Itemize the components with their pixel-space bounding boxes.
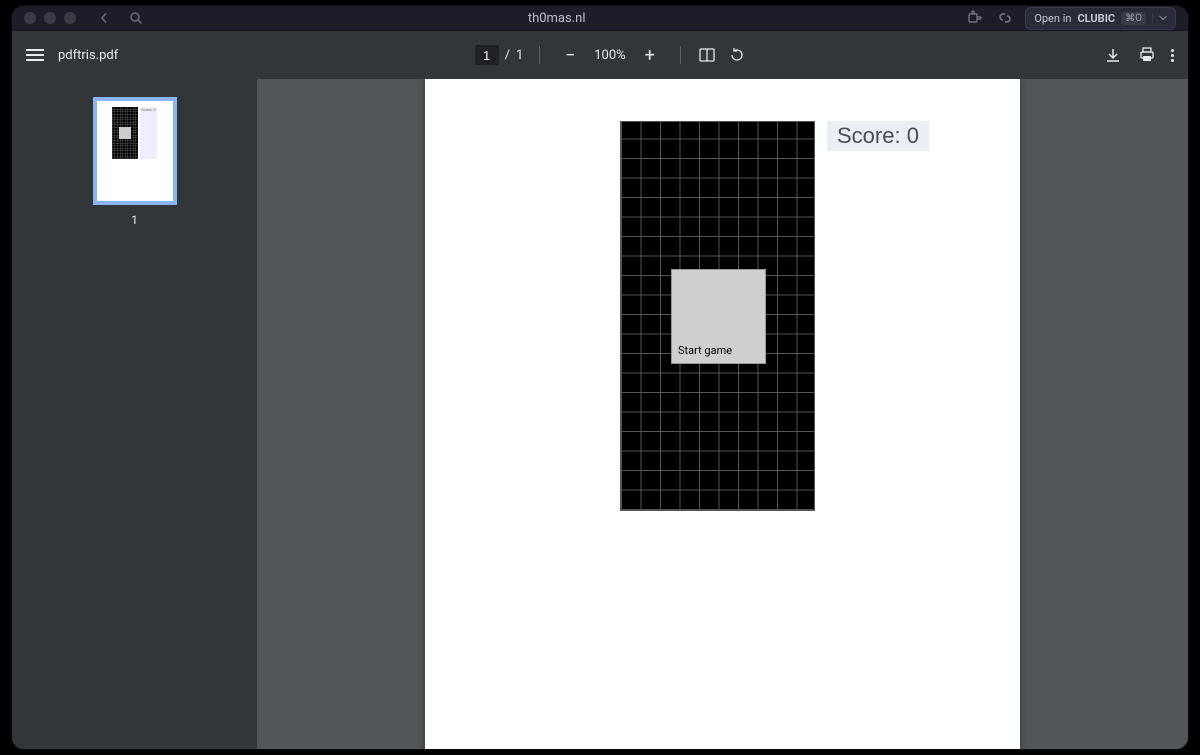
page-sep: /: [505, 48, 510, 63]
page-thumbnail[interactable]: Score: 0: [93, 97, 177, 205]
thumbnail-page-number: 1: [131, 213, 138, 227]
thumbnail-panel: Score: 0 1: [12, 79, 257, 749]
back-button[interactable]: [92, 6, 116, 30]
game-board[interactable]: Start game: [620, 121, 815, 511]
page-total: 1: [516, 48, 523, 63]
page-canvas-area[interactable]: Start game Score: 0: [257, 79, 1188, 749]
print-icon[interactable]: [1137, 45, 1157, 65]
start-game-label: Start game: [678, 344, 732, 357]
rotate-icon[interactable]: [727, 45, 747, 65]
score-label: Score:: [837, 123, 907, 148]
thumb-score: Score: 0: [140, 107, 156, 159]
zoom-out-button[interactable]: −: [556, 41, 584, 69]
pdf-filename: pdftris.pdf: [58, 48, 118, 63]
menu-icon[interactable]: [26, 49, 44, 61]
chevron-down-icon[interactable]: [1152, 14, 1167, 22]
score-value: 0: [907, 123, 919, 148]
browser-window: th0mas.nl Open in CLUBIC ⌘O pdft: [12, 6, 1188, 749]
pdf-toolbar: pdftris.pdf / 1 − 100% +: [12, 31, 1188, 79]
more-menu-icon[interactable]: [1171, 49, 1174, 62]
divider: [680, 46, 681, 64]
pdf-viewer: pdftris.pdf / 1 − 100% +: [12, 31, 1188, 749]
divider: [539, 46, 540, 64]
tetris-game: Start game Score: 0: [620, 121, 929, 511]
zoom-in-button[interactable]: +: [636, 41, 664, 69]
browser-toolbar: th0mas.nl Open in CLUBIC ⌘O: [12, 6, 1188, 31]
search-icon[interactable]: [124, 6, 148, 30]
ext-shortcut: ⌘O: [1121, 12, 1146, 25]
page-indicator: / 1: [475, 45, 524, 65]
url-text: th0mas.nl: [528, 11, 586, 26]
address-bar[interactable]: th0mas.nl: [156, 11, 957, 26]
thumb-game-board: [112, 107, 138, 159]
score-display: Score: 0: [827, 121, 929, 151]
maximize-window-button[interactable]: [64, 12, 76, 24]
link-icon[interactable]: [995, 8, 1015, 28]
ext-brand: CLUBIC: [1077, 12, 1115, 25]
thumb-start-box: [119, 127, 131, 139]
fit-page-icon[interactable]: [697, 45, 717, 65]
ext-prefix: Open in: [1034, 12, 1071, 25]
extension-puzzle-icon[interactable]: [965, 8, 985, 28]
start-game-button[interactable]: Start game: [671, 269, 766, 364]
pdf-page: Start game Score: 0: [425, 79, 1020, 749]
close-window-button[interactable]: [24, 12, 36, 24]
download-icon[interactable]: [1103, 45, 1123, 65]
page-number-input[interactable]: [475, 45, 499, 65]
minimize-window-button[interactable]: [44, 12, 56, 24]
zoom-level: 100%: [594, 48, 625, 63]
open-in-clubic-button[interactable]: Open in CLUBIC ⌘O: [1025, 7, 1176, 30]
pdf-content: Score: 0 1 Start game Score: 0: [12, 79, 1188, 749]
window-controls: [24, 12, 76, 24]
browser-right-controls: Open in CLUBIC ⌘O: [965, 7, 1176, 30]
